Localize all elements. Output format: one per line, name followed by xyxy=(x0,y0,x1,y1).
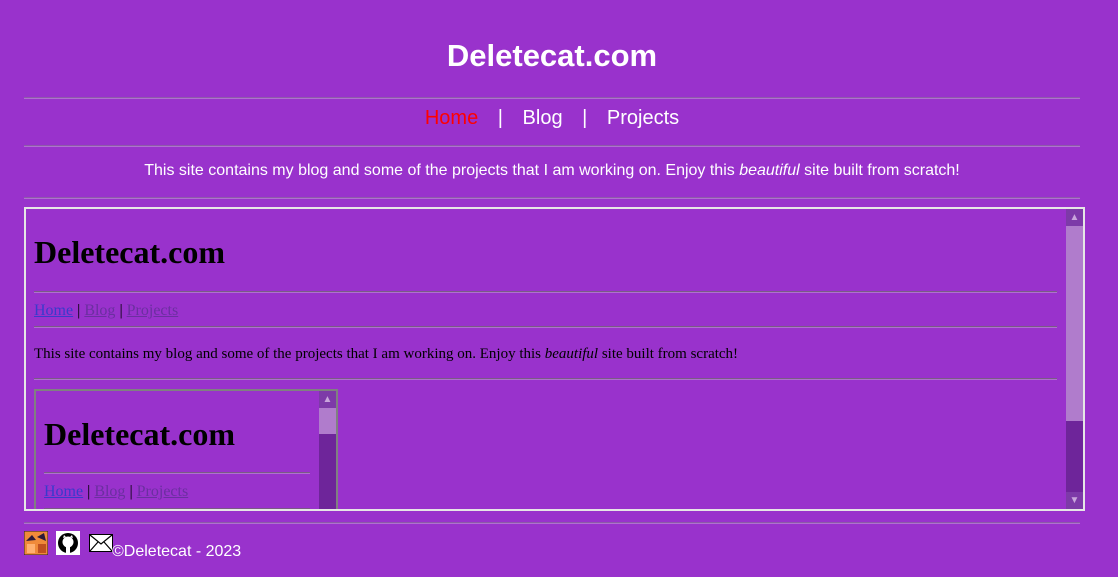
frame-nav-home-link[interactable]: Home xyxy=(34,302,73,319)
frame-nav-projects-link[interactable]: Projects xyxy=(127,302,179,319)
nested-site-frame[interactable]: Deletecat.com Home | Blog | Projects ▲ xyxy=(34,389,338,509)
embedded-site-frame[interactable]: Deletecat.com Home | Blog | Projects Thi… xyxy=(24,207,1085,511)
nav-separator: | xyxy=(497,107,503,129)
nested-site-title: Deletecat.com xyxy=(44,416,235,452)
scroll-thumb[interactable] xyxy=(319,408,336,434)
nested-nav: Home | Blog | Projects xyxy=(44,483,189,500)
github-icon[interactable] xyxy=(56,531,81,555)
scroll-down-icon[interactable]: ▼ xyxy=(1066,492,1083,509)
nested-nav-projects-link[interactable]: Projects xyxy=(137,483,189,500)
nested-nav-home-link[interactable]: Home xyxy=(44,483,83,500)
divider xyxy=(24,97,1080,99)
intro-text: This site contains my blog and some of t… xyxy=(144,162,960,179)
frame-scrollbar[interactable]: ▲ ▼ xyxy=(1066,209,1083,509)
nav-home-link[interactable]: Home xyxy=(425,107,478,129)
main-nav: Home | Blog | Projects xyxy=(0,107,1104,130)
divider xyxy=(34,378,1057,380)
nav-blog-link[interactable]: Blog xyxy=(523,107,563,129)
divider xyxy=(34,291,1057,293)
divider xyxy=(24,197,1080,199)
copyright-text: ©Deletecat - 2023 xyxy=(112,543,242,560)
frame-site-title: Deletecat.com xyxy=(34,234,225,270)
blog-icon[interactable] xyxy=(23,530,49,556)
nav-separator: | xyxy=(582,107,588,129)
divider xyxy=(24,145,1080,147)
divider xyxy=(24,522,1080,524)
nested-scrollbar[interactable]: ▲ xyxy=(319,391,336,509)
frame-intro-text: This site contains my blog and some of t… xyxy=(34,346,739,362)
scroll-up-icon[interactable]: ▲ xyxy=(319,391,336,408)
divider xyxy=(44,508,310,509)
divider xyxy=(34,326,1057,328)
footer: ©Deletecat - 2023 xyxy=(23,530,241,560)
scroll-up-icon[interactable]: ▲ xyxy=(1066,209,1083,226)
divider xyxy=(44,472,310,474)
nested-nav-blog-link[interactable]: Blog xyxy=(94,483,125,500)
frame-nav: Home | Blog | Projects xyxy=(34,302,179,319)
mail-icon[interactable] xyxy=(88,531,113,555)
scroll-thumb[interactable] xyxy=(1066,226,1083,421)
site-title: Deletecat.com xyxy=(446,38,658,73)
frame-nav-blog-link[interactable]: Blog xyxy=(84,302,115,319)
emphasis-text: beautiful xyxy=(739,162,800,179)
nav-projects-link[interactable]: Projects xyxy=(607,107,679,129)
